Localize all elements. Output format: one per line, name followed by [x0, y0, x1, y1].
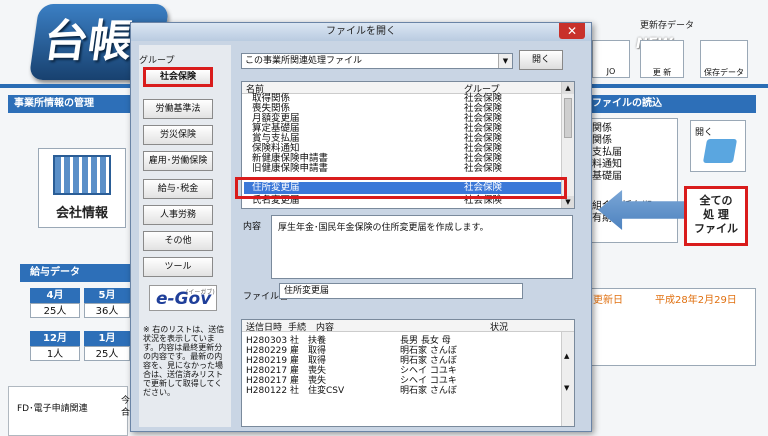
month-header: 5月 [84, 288, 130, 303]
column-content: 内容 [316, 323, 335, 333]
month-count[interactable]: 36人 [84, 303, 130, 318]
list-item[interactable]: 関係 [592, 135, 674, 147]
company-info-label: 会社情報 [55, 206, 108, 221]
office-info-header: 事業所情報の管理 [8, 95, 133, 113]
filename-field[interactable]: 住所変更届 [279, 283, 523, 299]
group-button-hr[interactable]: 人事労務 [143, 205, 213, 225]
note-text: ※ 右のリストは、送信状況を表示しています。内容は最終更新分の内容です。最新の内… [143, 325, 225, 397]
content-label: 内容 [243, 222, 262, 232]
update-panel: 更新日 平成28年2月29日 [588, 288, 756, 366]
history-row[interactable]: H280122 社住変CSV 明石家 さんぼ [246, 386, 556, 396]
file-list-header: 名前 グループ [242, 82, 574, 95]
group-button-employment[interactable]: 雇用･労働保険 [143, 151, 213, 171]
selection-highlight [235, 177, 567, 199]
column-date: 送信日時 [246, 323, 283, 333]
list-item[interactable]: 料通知 [592, 159, 674, 171]
right-file-list[interactable]: 関係 関係 支払届 料通知 基礎届 組合一括有期 有期 [588, 118, 678, 243]
building-icon [53, 155, 111, 195]
group-button-tools[interactable]: ツール [143, 257, 213, 277]
month-count[interactable]: 1人 [30, 346, 80, 361]
update-data-label: 更新存データ [640, 21, 695, 31]
open-folder-button[interactable]: 開く [690, 120, 746, 172]
chevron-down-icon[interactable]: ▼ [498, 54, 512, 68]
fd-e-application-panel[interactable]: FD･電子申請関連 今 合 [8, 386, 131, 436]
send-history-list[interactable]: 送信日時 手続 内容 状況 H280303 社扶養 長男 長女 母 H280229 雇… [241, 319, 575, 427]
update-icon[interactable]: 更 新 [640, 40, 684, 78]
filter-value: この事業所関連処理ファイル [245, 56, 363, 66]
list-item[interactable]: 旧健康保険申請書 社会保険 [248, 164, 566, 174]
group-button-workers-comp[interactable]: 労災保険 [143, 125, 213, 145]
scroll-up-icon[interactable]: ▲ [564, 352, 569, 360]
list-item[interactable]: 関係 [592, 123, 674, 135]
group-button-social-insurance[interactable]: 社会保険 [143, 67, 213, 87]
filter-select[interactable]: この事業所関連処理ファイル ▼ [241, 53, 513, 69]
list-item[interactable]: 取得関係 社会保険 [248, 94, 566, 104]
dialog-title-bar: ファイルを開く ✕ [131, 23, 591, 41]
month-header: 1月 [84, 331, 130, 346]
month-count[interactable]: 25人 [84, 346, 130, 361]
group-button-salary-tax[interactable]: 給与･税金 [143, 179, 213, 199]
dialog-title: ファイルを開く [326, 26, 396, 37]
close-button[interactable]: ✕ [559, 23, 585, 39]
fd-label: FD･電子申請関連 [17, 404, 88, 414]
history-row[interactable]: H280219 雇取得 明石家 さんぼ [246, 356, 556, 366]
other-icon[interactable]: JO [592, 40, 630, 78]
fd-label-3: 合 [121, 408, 131, 418]
open-label: 開く [695, 128, 714, 138]
column-status: 状況 [490, 323, 509, 333]
saved-data-icon[interactable]: 保存データ [700, 40, 748, 78]
group-button-other[interactable]: その他 [143, 231, 213, 251]
all-files-button[interactable]: 全ての 処 理 ファイル [684, 186, 748, 246]
folder-icon [702, 139, 738, 163]
scroll-up-icon[interactable]: ▲ [562, 82, 574, 94]
history-row[interactable]: H280217 雇喪失 シヘイ コユキ [246, 376, 556, 386]
history-row[interactable]: H280217 雇喪失 シヘイ コユキ [246, 366, 556, 376]
salary-data-header: 給与データ [20, 264, 132, 282]
group-button-labor-standards[interactable]: 労働基準法 [143, 99, 213, 119]
group-label: グループ [139, 56, 175, 66]
open-button[interactable]: 開く [519, 50, 563, 70]
company-info-button[interactable]: 会社情報 [38, 148, 126, 228]
month-count[interactable]: 25人 [30, 303, 80, 318]
scroll-thumb[interactable] [564, 98, 572, 138]
egov-sub: (イーガブ) [186, 289, 215, 296]
list-item[interactable]: 支払届 [592, 147, 674, 159]
history-scrollbar[interactable]: ▲ ▼ [561, 332, 574, 426]
file-load-header: ファイルの読込 [588, 95, 756, 113]
history-row[interactable]: H280303 社扶養 長男 長女 母 [246, 336, 556, 346]
content-box: 厚生年金･国民年金保険の住所変更届を作成します。 [271, 215, 573, 279]
scroll-down-icon[interactable]: ▼ [564, 384, 569, 392]
list-item[interactable]: 基礎届 [592, 171, 674, 183]
open-file-dialog: ファイルを開く ✕ グループ 社会保険 労働基準法 労災保険 雇用･労働保険 給… [130, 22, 592, 432]
column-type: 手続 [288, 323, 307, 333]
update-date-label: 更新日 [593, 295, 623, 306]
month-header: 12月 [30, 331, 80, 346]
egov-logo[interactable]: e-Gov (イーガブ) [149, 285, 217, 311]
history-header: 送信日時 手続 内容 状況 [242, 320, 574, 333]
update-date-value: 平成28年2月29日 [655, 295, 737, 306]
month-header: 4月 [30, 288, 80, 303]
history-row[interactable]: H280229 雇取得 明石家 さんぼ [246, 346, 556, 356]
